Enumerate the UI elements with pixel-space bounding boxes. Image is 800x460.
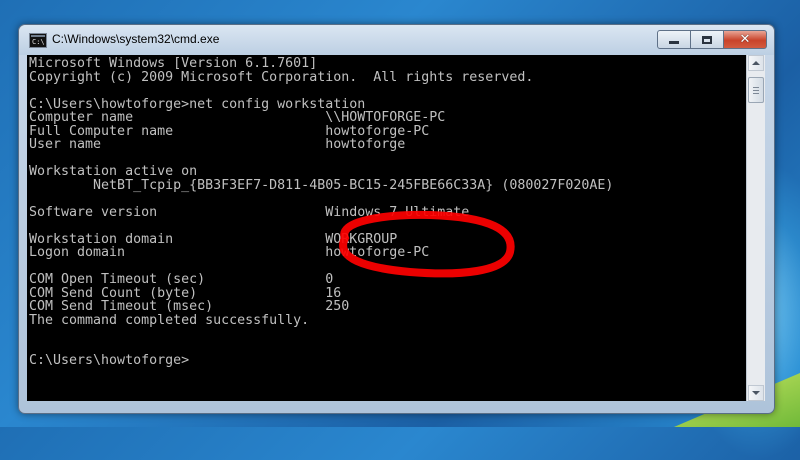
console-line: Full Computer name howtoforge-PC [29,123,430,139]
console-line: Workstation domain WORKGROUP [29,231,398,247]
console-line: C:\Users\howtoforge>net config workstati… [29,96,366,112]
scroll-down-button[interactable] [748,385,764,401]
console-line: COM Open Timeout (sec) 0 [29,272,334,287]
maximize-icon [702,35,712,44]
console-text: Microsoft Windows [Version 6.1.7601] Copy… [27,55,746,368]
console-prompt[interactable]: C:\Users\howtoforge> [29,354,746,368]
cmd-icon-label: C:\ [32,38,45,46]
cmd-window: C:\ C:\Windows\system32\cmd.exe ✕ Micros… [18,24,775,414]
scroll-up-arrow-icon [752,61,760,65]
maximize-button[interactable] [690,30,724,49]
console-line: Computer name \\HOWTOFORGE-PC [29,110,446,125]
thumb-grip-line [753,87,759,88]
cmd-icon[interactable]: C:\ [29,33,47,48]
console-line: Microsoft Windows [Version 6.1.7601] [29,56,318,71]
scroll-thumb[interactable] [748,77,764,103]
console-line: The command completed successfully. [29,312,310,328]
close-icon: ✕ [739,32,751,47]
console-line: Workstation active on [29,164,198,179]
vertical-scrollbar[interactable] [746,55,765,401]
console-line: User name howtoforge [29,137,406,152]
minimize-icon [669,41,679,44]
console-line: Software version Windows 7 Ultimate [29,204,470,220]
console-line: Copyright (c) 2009 Microsoft Corporation… [29,69,534,85]
window-title: C:\Windows\system32\cmd.exe [52,32,220,46]
console-line: NetBT_Tcpip_{BB3F3EF7-D811-4B05-BC15-245… [29,177,614,193]
console-line: Logon domain howtoforge-PC [29,245,430,260]
console-line: COM Send Count (byte) 16 [29,285,342,301]
thumb-grip-line [753,93,759,94]
close-button[interactable]: ✕ [723,30,767,49]
thumb-grip-line [753,90,759,91]
title-bar[interactable]: C:\ C:\Windows\system32\cmd.exe ✕ [19,25,774,55]
console-line: COM Send Timeout (msec) 250 [29,299,350,314]
scroll-up-button[interactable] [748,55,764,71]
scroll-down-arrow-icon [752,391,760,395]
console-output[interactable]: Microsoft Windows [Version 6.1.7601] Copy… [27,55,746,401]
minimize-button[interactable] [657,30,691,49]
